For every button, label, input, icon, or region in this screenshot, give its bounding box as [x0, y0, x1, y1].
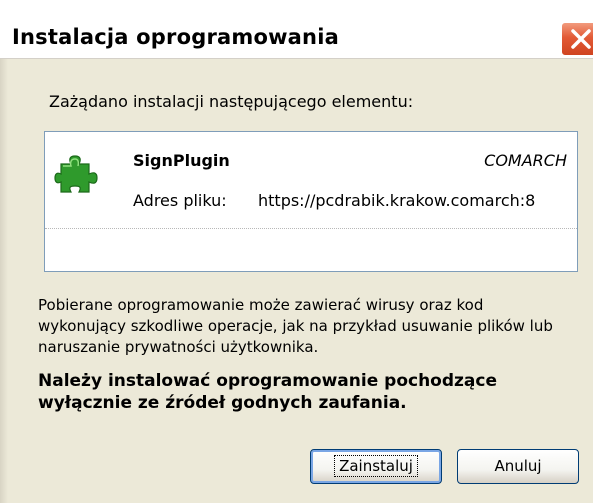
title-bar[interactable]: Instalacja oprogramowania: [0, 0, 593, 58]
item-list[interactable]: SignPlugin COMARCH Adres pliku: https://…: [44, 131, 578, 272]
warning-text: Pobierane oprogramowanie może zawierać w…: [38, 296, 553, 356]
list-item[interactable]: SignPlugin COMARCH Adres pliku: https://…: [45, 132, 577, 229]
plugin-vendor: COMARCH: [484, 151, 567, 170]
request-label: Zażądano instalacji następującego elemen…: [49, 92, 414, 111]
green-puzzle-piece-icon: [54, 155, 98, 193]
plugin-name: SignPlugin: [133, 151, 230, 170]
window-title: Instalacja oprogramowania: [12, 25, 339, 49]
install-dialog-window: Instalacja oprogramowania Zażądano insta…: [0, 0, 593, 503]
install-button[interactable]: Zainstaluj: [310, 449, 442, 484]
window-left-border: [0, 59, 8, 503]
cancel-button[interactable]: Anuluj: [457, 449, 579, 484]
install-button-label: Zainstaluj: [334, 455, 418, 477]
dialog-body: [0, 59, 593, 503]
close-icon: [571, 29, 591, 49]
address-label: Adres pliku:: [133, 191, 227, 210]
trust-warning-text: Należy instalować oprogramowanie pochodz…: [38, 371, 498, 413]
close-button[interactable]: [561, 22, 593, 56]
address-value: https://pcdrabik.krakow.comarch:8: [258, 191, 536, 210]
